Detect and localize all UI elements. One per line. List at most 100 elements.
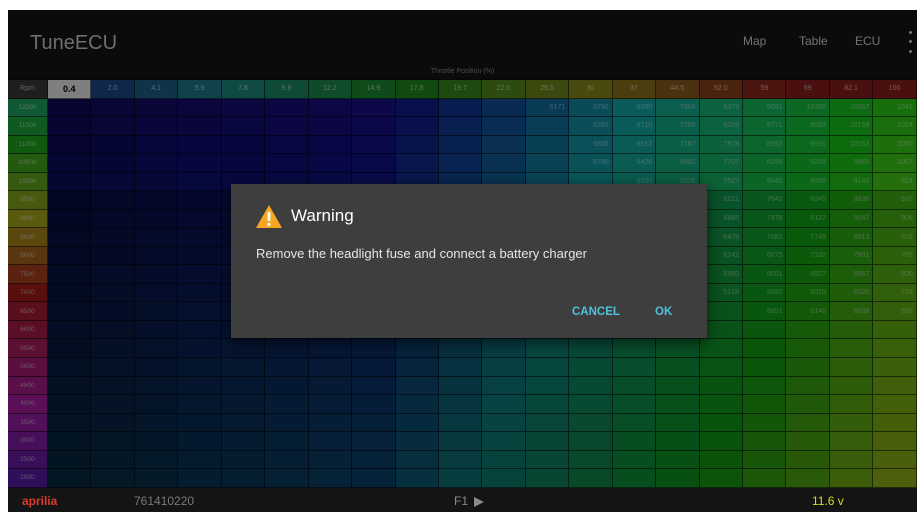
map-cell[interactable] [569, 357, 613, 377]
map-cell[interactable] [178, 209, 222, 229]
map-cell[interactable] [178, 395, 222, 414]
map-cell[interactable]: 765 [873, 246, 917, 266]
map-cell[interactable] [134, 302, 179, 321]
map-cell[interactable] [786, 339, 830, 358]
column-header[interactable]: 4.1 [134, 80, 179, 99]
row-header[interactable]: 4000 [8, 395, 48, 414]
row-header[interactable]: 7500 [8, 265, 48, 284]
map-cell[interactable]: 6612 [612, 135, 657, 155]
map-cell[interactable] [525, 395, 570, 414]
map-cell[interactable] [265, 395, 309, 414]
map-cell[interactable] [829, 357, 874, 377]
map-cell[interactable] [656, 413, 700, 433]
map-cell[interactable] [786, 450, 830, 470]
map-cell[interactable] [438, 413, 483, 433]
map-cell[interactable] [395, 98, 439, 118]
map-cell[interactable]: 8513 [829, 228, 874, 247]
map-cell[interactable] [91, 154, 135, 173]
map-cell[interactable] [482, 135, 526, 155]
map-cell[interactable] [743, 395, 787, 414]
map-cell[interactable] [134, 246, 179, 266]
map-cell[interactable]: 926 [873, 191, 917, 210]
map-cell[interactable] [91, 302, 135, 321]
map-cell[interactable] [786, 432, 830, 451]
column-header[interactable]: 44.5 [656, 80, 700, 99]
map-cell[interactable]: 7304 [656, 98, 700, 118]
map-cell[interactable]: 6426 [612, 154, 657, 173]
menu-map[interactable]: Map [743, 34, 766, 48]
map-cell[interactable] [352, 154, 396, 173]
map-cell[interactable] [308, 357, 353, 377]
map-cell[interactable]: 9228 [786, 154, 830, 173]
row-header[interactable]: 6500 [8, 302, 48, 321]
map-cell[interactable] [743, 339, 787, 358]
map-cell[interactable] [265, 135, 309, 155]
map-cell[interactable] [308, 432, 353, 451]
row-header[interactable]: 9000 [8, 209, 48, 229]
map-cell[interactable] [178, 228, 222, 247]
map-cell[interactable]: 9591 [786, 135, 830, 155]
map-cell[interactable] [221, 357, 266, 377]
map-cell[interactable]: 10267 [829, 98, 874, 118]
row-header[interactable]: 5500 [8, 339, 48, 358]
map-cell[interactable] [265, 154, 309, 173]
map-cell[interactable] [134, 209, 179, 229]
map-cell[interactable] [656, 432, 700, 451]
map-cell[interactable] [482, 98, 526, 118]
map-cell[interactable]: 718 [873, 283, 917, 303]
map-cell[interactable] [91, 413, 135, 433]
map-cell[interactable] [91, 228, 135, 247]
map-cell[interactable]: 5651 [743, 302, 787, 321]
row-header[interactable]: 4500 [8, 376, 48, 396]
map-cell[interactable]: 7749 [786, 228, 830, 247]
map-cell[interactable] [48, 450, 92, 470]
map-cell[interactable] [873, 395, 917, 414]
column-header[interactable]: 17.6 [395, 80, 439, 99]
map-cell[interactable] [265, 432, 309, 451]
map-cell[interactable] [786, 413, 830, 433]
column-header[interactable]: 52.0 [699, 80, 743, 99]
map-cell[interactable]: 8771 [743, 117, 787, 136]
column-header[interactable]: 59 [743, 80, 787, 99]
map-cell[interactable] [829, 413, 874, 433]
map-cell[interactable] [48, 135, 92, 155]
map-cell[interactable] [352, 117, 396, 136]
column-header[interactable]: 7.8 [221, 80, 266, 99]
map-cell[interactable] [48, 413, 92, 433]
map-cell[interactable] [308, 450, 353, 470]
map-cell[interactable] [656, 357, 700, 377]
map-cell[interactable] [525, 450, 570, 470]
map-cell[interactable] [612, 357, 657, 377]
map-cell[interactable]: 1050 [873, 135, 917, 155]
map-cell[interactable] [743, 413, 787, 433]
map-cell[interactable]: 7901 [829, 246, 874, 266]
map-cell[interactable] [134, 117, 179, 136]
map-cell[interactable] [48, 376, 92, 396]
map-cell[interactable] [873, 357, 917, 377]
map-cell[interactable] [308, 135, 353, 155]
map-cell[interactable] [178, 469, 222, 488]
map-cell[interactable] [178, 154, 222, 173]
map-cell[interactable] [395, 469, 439, 488]
map-cell[interactable]: 916 [873, 228, 917, 247]
map-cell[interactable] [221, 339, 266, 358]
map-cell[interactable] [786, 357, 830, 377]
map-cell[interactable] [48, 302, 92, 321]
map-cell[interactable] [829, 376, 874, 396]
map-cell[interactable] [352, 450, 396, 470]
map-cell[interactable] [134, 154, 179, 173]
column-header[interactable]: 2.0 [91, 80, 135, 99]
map-cell[interactable] [569, 450, 613, 470]
map-cell[interactable] [829, 395, 874, 414]
map-cell[interactable] [91, 395, 135, 414]
map-cell[interactable]: 1041 [873, 98, 917, 118]
map-cell[interactable]: 693 [873, 302, 917, 321]
map-cell[interactable]: 7167 [656, 135, 700, 155]
map-cell[interactable] [395, 432, 439, 451]
row-header[interactable]: 11500 [8, 117, 48, 136]
map-cell[interactable] [48, 154, 92, 173]
row-header[interactable]: 3500 [8, 413, 48, 433]
map-cell[interactable]: 7083 [743, 228, 787, 247]
map-cell[interactable] [569, 432, 613, 451]
map-cell[interactable]: 6520 [829, 283, 874, 303]
